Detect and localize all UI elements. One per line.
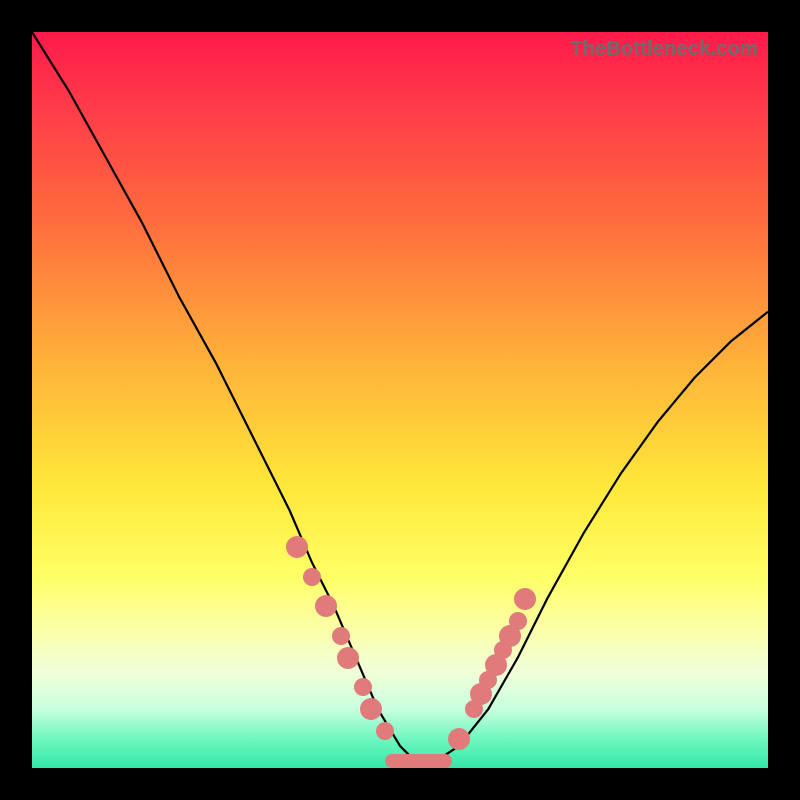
data-point bbox=[286, 536, 308, 558]
chart-frame: TheBottleneck.com bbox=[0, 0, 800, 800]
data-point bbox=[509, 612, 527, 630]
trough-band bbox=[385, 754, 451, 768]
data-point bbox=[448, 728, 470, 750]
data-point bbox=[354, 678, 372, 696]
data-point bbox=[315, 595, 337, 617]
data-point bbox=[332, 627, 350, 645]
plot-area: TheBottleneck.com bbox=[32, 32, 768, 768]
data-point bbox=[303, 568, 321, 586]
curve-path bbox=[32, 32, 768, 761]
data-point bbox=[376, 722, 394, 740]
data-point bbox=[514, 588, 536, 610]
data-point bbox=[337, 647, 359, 669]
data-point bbox=[360, 698, 382, 720]
bottleneck-curve bbox=[32, 32, 768, 768]
